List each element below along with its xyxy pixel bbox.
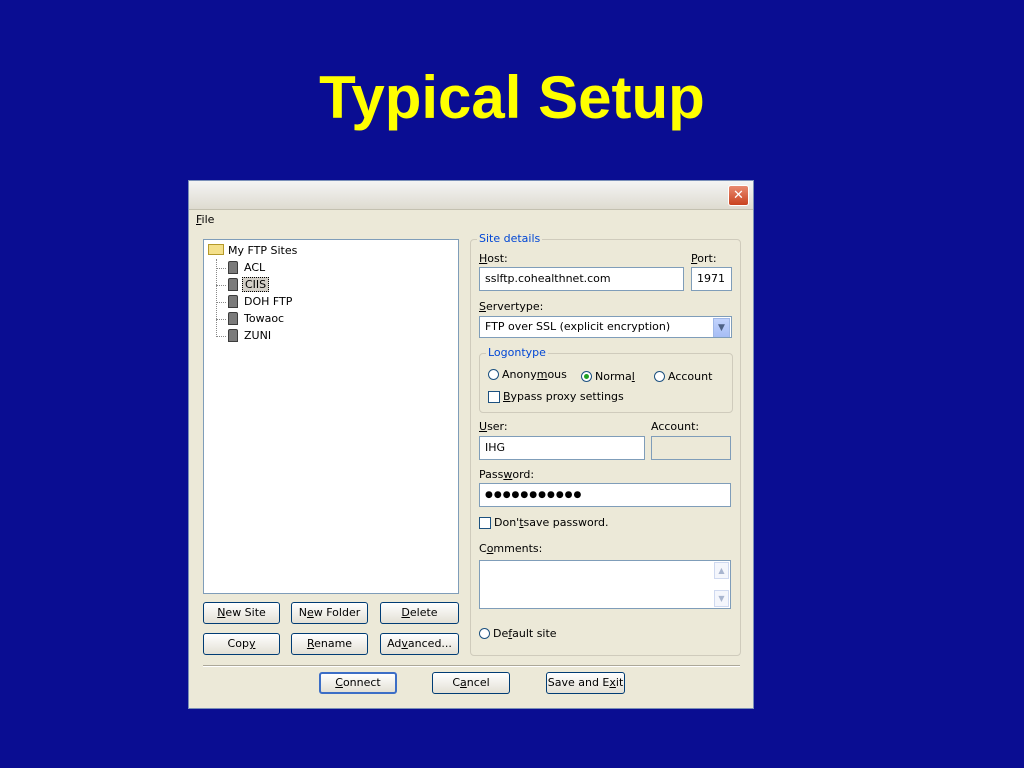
tree-item[interactable]: DOH FTP: [216, 293, 294, 310]
password-input[interactable]: ●●●●●●●●●●●: [479, 483, 731, 507]
copy-button[interactable]: Copy: [203, 633, 280, 655]
new-folder-button[interactable]: New Folder: [291, 602, 368, 624]
slide-title: Typical Setup: [319, 64, 705, 131]
server-icon: [228, 329, 238, 342]
tree-item[interactable]: ACL: [216, 259, 267, 276]
advanced-button[interactable]: Advanced...: [380, 633, 459, 655]
radio-circle[interactable]: [479, 628, 490, 639]
user-input[interactable]: IHG: [479, 436, 645, 460]
site-details-legend: Site details: [477, 232, 543, 245]
port-label: Port:: [691, 252, 717, 265]
dont-save-password-checkbox[interactable]: Don' t save password.: [479, 516, 609, 529]
chevron-down-icon[interactable]: ▼: [713, 318, 730, 337]
default-site-radio[interactable]: De f ault site: [479, 627, 557, 640]
logontype-group: Logontype Anony m ous Norma l Account Bypas…: [479, 346, 733, 413]
server-icon: [228, 278, 238, 291]
logontype-legend: Logontype: [486, 346, 548, 359]
tree-root[interactable]: My FTP Sites: [208, 242, 297, 259]
tree-item[interactable]: CIIS: [216, 276, 270, 293]
user-label: User:: [479, 420, 508, 433]
tree-item-label: ZUNI: [244, 329, 272, 342]
tree-item-label-selected: CIIS: [242, 277, 270, 292]
servertype-value: FTP over SSL (explicit encryption): [485, 320, 671, 333]
radio-circle[interactable]: [654, 371, 665, 382]
menu-file[interactable]: File: [196, 213, 214, 226]
scroll-up-icon[interactable]: ▲: [714, 562, 729, 579]
servertype-label: Servertype:: [479, 300, 544, 313]
server-icon: [228, 261, 238, 274]
new-site-button[interactable]: New Site: [203, 602, 280, 624]
site-manager-window: ✕ File My FTP Sites ACL CIIS DOH FTP Tow…: [188, 180, 754, 709]
comments-textarea[interactable]: ▲ ▼: [479, 560, 731, 609]
tree-item-label: ACL: [244, 261, 266, 274]
account-input: [651, 436, 731, 460]
connect-button[interactable]: Connect: [319, 672, 397, 694]
tree-item-label: DOH FTP: [244, 295, 293, 308]
scroll-down-icon[interactable]: ▼: [714, 590, 729, 607]
password-label: Password:: [479, 468, 535, 481]
folder-icon: [208, 244, 224, 255]
close-icon[interactable]: ✕: [728, 185, 749, 206]
save-and-exit-button[interactable]: Save and Exit: [546, 672, 625, 694]
cancel-button[interactable]: Cancel: [432, 672, 510, 694]
checkbox-box[interactable]: [488, 390, 500, 403]
servertype-select[interactable]: FTP over SSL (explicit encryption) ▼: [479, 316, 732, 338]
server-icon: [228, 295, 238, 308]
host-input[interactable]: sslftp.cohealthnet.com: [479, 267, 684, 291]
anonymous-radio[interactable]: Anony m ous: [488, 368, 567, 381]
tree-item[interactable]: Towaoc: [216, 310, 286, 327]
site-details-group: Site details Host: sslftp.cohealthnet.co…: [470, 232, 741, 656]
tree-item-label: Towaoc: [244, 312, 285, 325]
bypass-proxy-checkbox[interactable]: Bypass proxy settings: [488, 390, 624, 403]
normal-radio[interactable]: Norma l: [581, 370, 635, 383]
menu-bar: File: [189, 210, 753, 230]
delete-button[interactable]: Delete: [380, 602, 459, 624]
checkbox-box[interactable]: [479, 516, 491, 529]
site-tree[interactable]: My FTP Sites ACL CIIS DOH FTP Towaoc ZUN…: [203, 239, 459, 594]
separator: [203, 665, 740, 667]
account-label: Account:: [651, 420, 700, 433]
tree-root-label: My FTP Sites: [228, 244, 298, 257]
radio-circle[interactable]: [488, 369, 499, 380]
comments-label: Comments:: [479, 542, 543, 555]
port-input[interactable]: 1971: [691, 267, 732, 291]
title-bar[interactable]: ✕: [189, 181, 753, 210]
tree-item[interactable]: ZUNI: [216, 327, 273, 344]
server-icon: [228, 312, 238, 325]
radio-circle-selected[interactable]: [581, 371, 592, 382]
host-label: Host:: [479, 252, 508, 265]
rename-button[interactable]: Rename: [291, 633, 368, 655]
account-radio[interactable]: Account: [654, 370, 712, 383]
